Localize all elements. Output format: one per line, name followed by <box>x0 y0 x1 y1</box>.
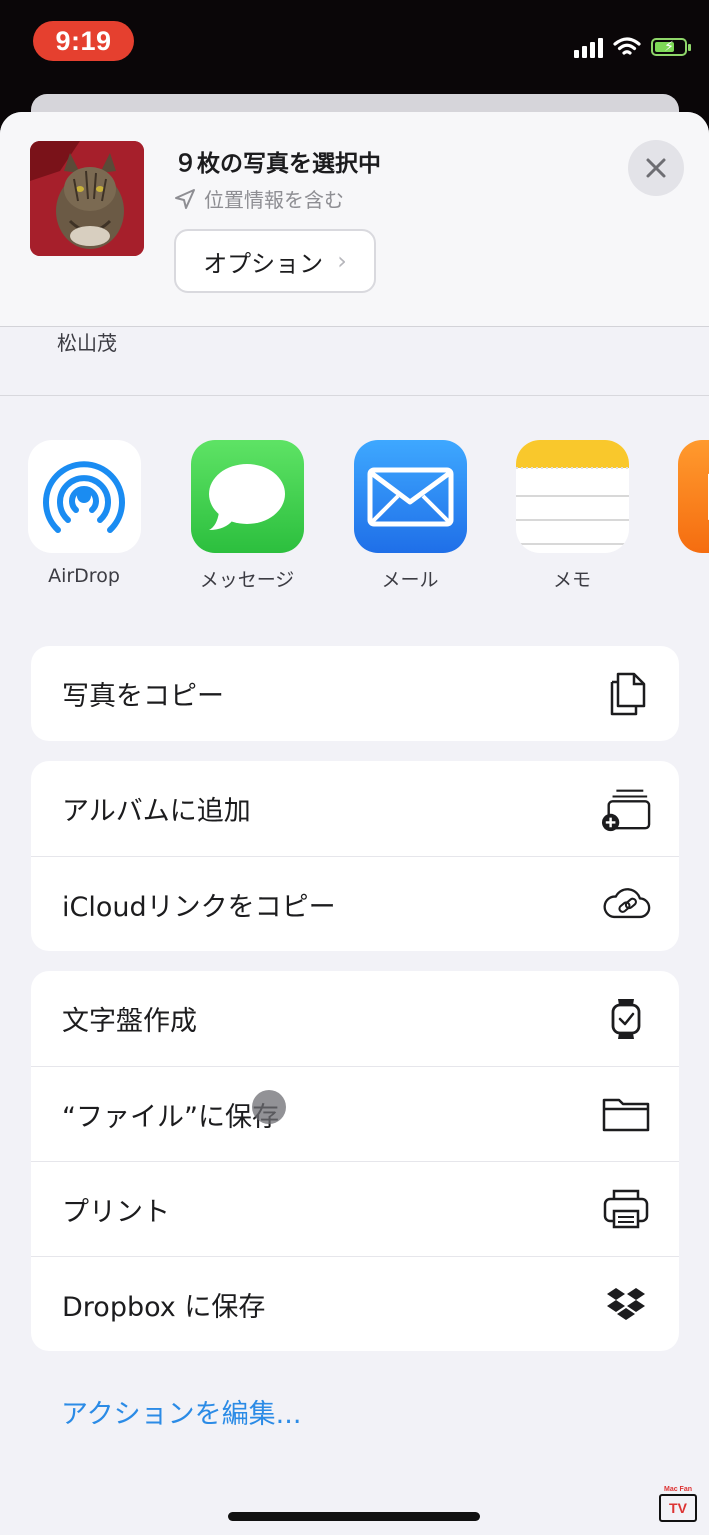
options-button[interactable]: オプション › <box>174 229 376 293</box>
wifi-icon <box>613 37 641 55</box>
action-group-more: 文字盤作成 “ファイル”に保存 プリント Dropbox に保存 <box>31 971 679 1351</box>
action-label: 写真をコピー <box>62 681 224 712</box>
copy-icon <box>601 669 651 719</box>
action-add-to-album[interactable]: アルバムに追加 <box>31 761 679 856</box>
action-create-watch-face[interactable]: 文字盤作成 <box>31 971 679 1066</box>
action-save-to-files[interactable]: “ファイル”に保存 <box>31 1066 679 1161</box>
action-label: 文字盤作成 <box>62 1006 197 1037</box>
app-row: AirDrop メッセージ メール メモ <box>0 440 709 592</box>
action-save-to-dropbox[interactable]: Dropbox に保存 <box>31 1256 679 1351</box>
icloud-link-icon <box>601 879 651 929</box>
airdrop-icon <box>27 440 141 553</box>
dropbox-icon <box>601 1279 651 1329</box>
location-info: 位置情報を含む <box>174 184 344 213</box>
photo-thumbnail <box>30 141 144 256</box>
app-notes[interactable]: メモ <box>502 440 642 592</box>
location-arrow-icon <box>175 188 195 209</box>
status-time[interactable]: 9:19 <box>33 21 134 61</box>
action-label: “ファイル”に保存 <box>62 1101 279 1133</box>
app-label: メール <box>381 569 439 591</box>
app-messages[interactable]: メッセージ <box>177 440 317 592</box>
options-label: オプション <box>203 249 324 278</box>
action-group-album-icloud: アルバムに追加 iCloudリンクをコピー <box>31 761 679 951</box>
status-bar: 9:19 ⚡ <box>0 0 709 92</box>
action-label: アルバムに追加 <box>62 796 251 827</box>
close-button[interactable] <box>628 140 684 196</box>
action-print[interactable]: プリント <box>31 1161 679 1256</box>
macfan-tv-logo: Mac Fan TV <box>659 1486 697 1530</box>
cellular-signal-icon <box>574 36 603 58</box>
app-label: メッセージ <box>199 569 295 591</box>
touch-indicator <box>252 1090 286 1124</box>
app-airdrop[interactable]: AirDrop <box>14 440 154 587</box>
add-to-album-icon <box>601 784 651 834</box>
action-group-copy: 写真をコピー <box>31 646 679 741</box>
watch-icon <box>601 994 651 1044</box>
edit-actions-link[interactable]: アクションを編集... <box>61 1392 301 1431</box>
notes-icon <box>515 440 629 553</box>
person-name[interactable]: 松山茂 <box>57 327 117 356</box>
action-label: Dropbox に保存 <box>62 1291 266 1323</box>
chevron-right-icon: › <box>337 247 347 275</box>
logo-text-top: Mac Fan <box>663 1486 692 1493</box>
action-label: iCloudリンクをコピー <box>62 891 336 923</box>
share-sheet-header: ９枚の写真を選択中 位置情報を含む オプション › <box>0 112 709 327</box>
share-sheet: ９枚の写真を選択中 位置情報を含む オプション › 松山茂 AirDrop メッ… <box>0 112 709 1535</box>
action-copy-photos[interactable]: 写真をコピー <box>31 646 679 741</box>
close-icon <box>646 158 666 178</box>
messages-icon <box>190 440 304 553</box>
app-label: AirDrop <box>48 565 120 587</box>
app-books[interactable] <box>664 440 709 565</box>
selection-title: ９枚の写真を選択中 <box>174 151 381 177</box>
app-label: メモ <box>552 569 591 591</box>
printer-icon <box>601 1184 651 1234</box>
app-mail[interactable]: メール <box>340 440 480 592</box>
home-indicator[interactable] <box>228 1512 480 1521</box>
mail-icon <box>353 440 467 553</box>
action-copy-icloud-link[interactable]: iCloudリンクをコピー <box>31 856 679 951</box>
books-icon <box>677 440 709 553</box>
action-label: プリント <box>62 1196 170 1228</box>
people-suggestions-row: 松山茂 <box>0 327 709 396</box>
status-icons: ⚡ <box>574 36 691 58</box>
folder-icon <box>601 1089 651 1139</box>
battery-charging-icon: ⚡ <box>651 38 691 56</box>
location-label: 位置情報を含む <box>204 188 344 212</box>
logo-text-box: TV <box>659 1494 697 1522</box>
